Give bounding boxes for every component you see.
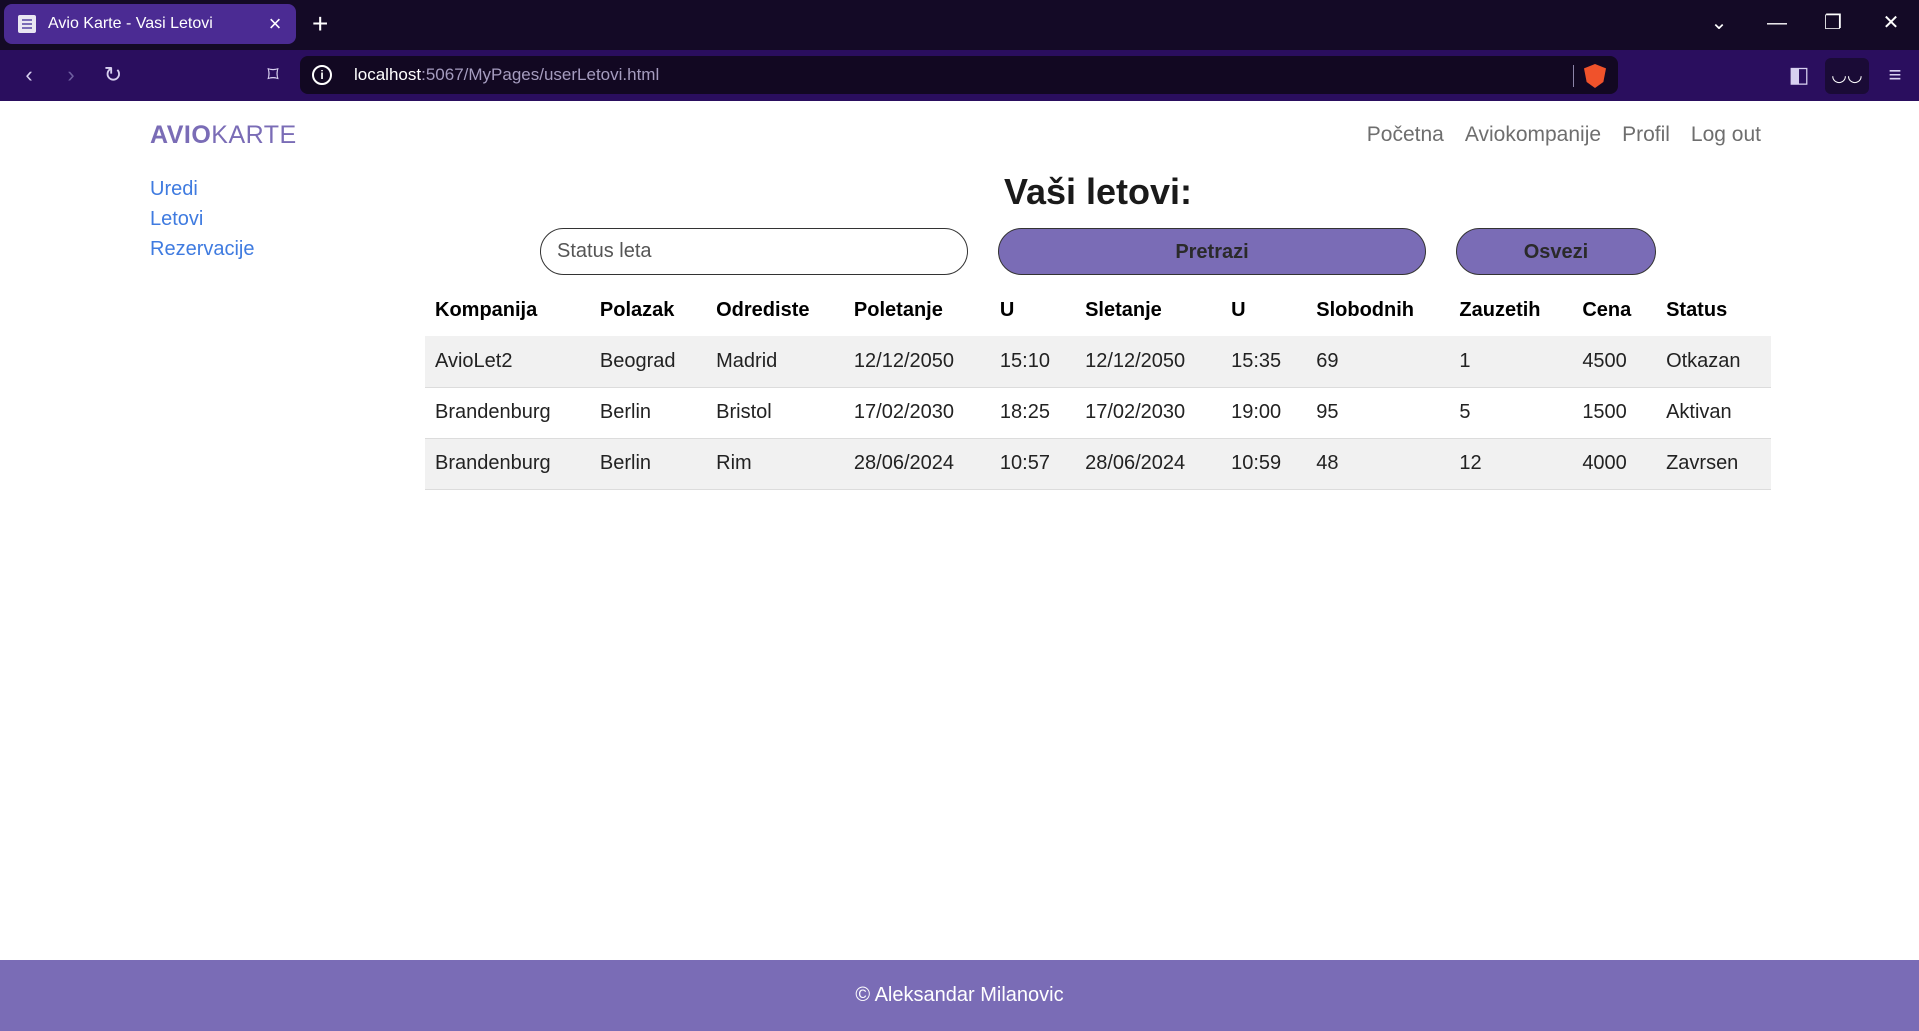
browser-tab[interactable]: Avio Karte - Vasi Letovi ×: [4, 4, 296, 44]
status-search-input[interactable]: [540, 228, 968, 275]
table-cell: AvioLet2: [425, 336, 590, 388]
table-cell: 17/02/2030: [1075, 387, 1222, 439]
table-cell: 15:10: [989, 336, 1076, 388]
site-logo[interactable]: AVIOKARTE: [150, 121, 297, 150]
nav-link-aviokompanije[interactable]: Aviokompanije: [1465, 123, 1601, 147]
table-cell: Beograd: [589, 336, 707, 388]
table-cell: 12/12/2050: [1075, 336, 1222, 388]
nav-link-logout[interactable]: Log out: [1691, 123, 1761, 147]
table-header-row: Kompanija Polazak Odrediste Poletanje U …: [425, 284, 1771, 336]
side-navigation: Uredi Letovi Rezervacije: [150, 174, 254, 264]
new-tab-icon[interactable]: +: [312, 9, 328, 39]
table-cell: 19:00: [1221, 387, 1307, 439]
sidebar-toggle-icon[interactable]: ◧: [1784, 62, 1814, 88]
site-info-icon[interactable]: i: [312, 65, 332, 85]
table-cell: 28/06/2024: [1075, 438, 1222, 490]
col-header-sletanje: Sletanje: [1085, 298, 1162, 321]
top-navigation: Početna Aviokompanije Profil Log out: [1367, 123, 1761, 147]
page-title: Vaši letovi:: [1003, 171, 1193, 212]
flights-table: Kompanija Polazak Odrediste Poletanje U …: [425, 284, 1771, 490]
search-button[interactable]: Pretrazi: [998, 228, 1426, 275]
address-bar[interactable]: i localhost:5067/MyPages/userLetovi.html: [300, 56, 1618, 94]
table-cell: 10:57: [989, 438, 1076, 490]
page-footer: © Aleksandar Milanovic: [0, 960, 1919, 1031]
table-cell: 5: [1449, 387, 1573, 439]
table-cell: 12/12/2050: [843, 336, 990, 388]
side-link-letovi[interactable]: Letovi: [150, 204, 254, 234]
col-header-kompanija: Kompanija: [435, 298, 538, 321]
col-header-poletanje: Poletanje: [853, 298, 943, 321]
table-cell: 48: [1306, 438, 1450, 490]
col-header-status: Status: [1666, 298, 1728, 321]
table-cell: 17/02/2030: [843, 387, 990, 439]
nav-link-pocetna[interactable]: Početna: [1367, 123, 1444, 147]
browser-tab-bar: Avio Karte - Vasi Letovi × + ⌄ — ❐ ✕: [0, 0, 1919, 50]
tab-close-icon[interactable]: ×: [264, 13, 286, 35]
nav-link-profil[interactable]: Profil: [1622, 123, 1670, 147]
table-cell: 15:35: [1221, 336, 1307, 388]
table-cell: Madrid: [706, 336, 844, 388]
menu-icon[interactable]: ≡: [1880, 62, 1910, 88]
table-cell: Berlin: [589, 387, 707, 439]
table-cell: 18:25: [989, 387, 1076, 439]
table-cell: Berlin: [589, 438, 707, 490]
col-header-zauzetih: Zauzetih: [1459, 298, 1541, 321]
table-cell: 69: [1306, 336, 1450, 388]
table-cell: 1500: [1572, 387, 1657, 439]
side-link-rezervacije[interactable]: Rezervacije: [150, 234, 254, 264]
table-cell: 1: [1449, 336, 1573, 388]
table-cell: Aktivan: [1656, 387, 1771, 439]
tab-search-chevron-icon[interactable]: ⌄: [1704, 10, 1734, 36]
table-cell: Brandenburg: [425, 438, 590, 490]
table-cell: Zavrsen: [1656, 438, 1771, 490]
table-cell: 12: [1449, 438, 1573, 490]
brave-shields-icon[interactable]: [1584, 64, 1606, 88]
url-divider: [1573, 65, 1574, 87]
page-favicon-icon: [18, 15, 36, 33]
back-icon[interactable]: ‹: [14, 62, 44, 88]
refresh-button[interactable]: Osvezi: [1456, 228, 1656, 275]
logo-part-karte: KARTE: [211, 121, 297, 149]
col-header-polazak: Polazak: [599, 298, 675, 321]
table-cell: 28/06/2024: [843, 438, 990, 490]
bookmark-icon[interactable]: ⌑: [258, 62, 288, 88]
col-header-arrival-time: U: [1231, 298, 1246, 321]
table-cell: Bristol: [706, 387, 844, 439]
col-header-odrediste: Odrediste: [716, 298, 810, 321]
table-row: AvioLet2 Beograd Madrid 12/12/2050 15:10…: [425, 336, 1771, 388]
col-header-slobodnih: Slobodnih: [1316, 298, 1414, 321]
window-close-icon[interactable]: ✕: [1876, 10, 1906, 36]
table-cell: 4500: [1572, 336, 1657, 388]
table-cell: 10:59: [1221, 438, 1307, 490]
browser-nav-bar: ‹ › ↻ ⌑ i localhost:5067/MyPages/userLet…: [0, 50, 1919, 101]
page-content: AVIOKARTE Početna Aviokompanije Profil L…: [0, 101, 1919, 1031]
reload-icon[interactable]: ↻: [98, 62, 128, 88]
url-host: localhost: [354, 65, 422, 84]
table-cell: Brandenburg: [425, 387, 590, 439]
col-header-cena: Cena: [1582, 298, 1632, 321]
restore-icon[interactable]: ❐: [1818, 10, 1848, 36]
table-row: Brandenburg Berlin Rim 28/06/2024 10:57 …: [425, 438, 1771, 490]
table-cell: 95: [1306, 387, 1450, 439]
side-link-uredi[interactable]: Uredi: [150, 174, 254, 204]
minimize-icon[interactable]: —: [1762, 10, 1792, 36]
forward-icon[interactable]: ›: [56, 62, 86, 88]
url-text[interactable]: localhost:5067/MyPages/userLetovi.html: [354, 65, 659, 85]
reader-mode-icon[interactable]: ◡◡: [1825, 58, 1869, 94]
col-header-departure-time: U: [999, 298, 1015, 321]
tab-title: Avio Karte - Vasi Letovi: [48, 15, 213, 32]
table-cell: 4000: [1572, 438, 1657, 490]
url-path: :5067/MyPages/userLetovi.html: [421, 65, 660, 84]
logo-part-avio: AVIO: [150, 121, 212, 149]
table-row: Brandenburg Berlin Bristol 17/02/2030 18…: [425, 387, 1771, 439]
table-cell: Rim: [706, 438, 844, 490]
table-cell: Otkazan: [1656, 336, 1771, 388]
